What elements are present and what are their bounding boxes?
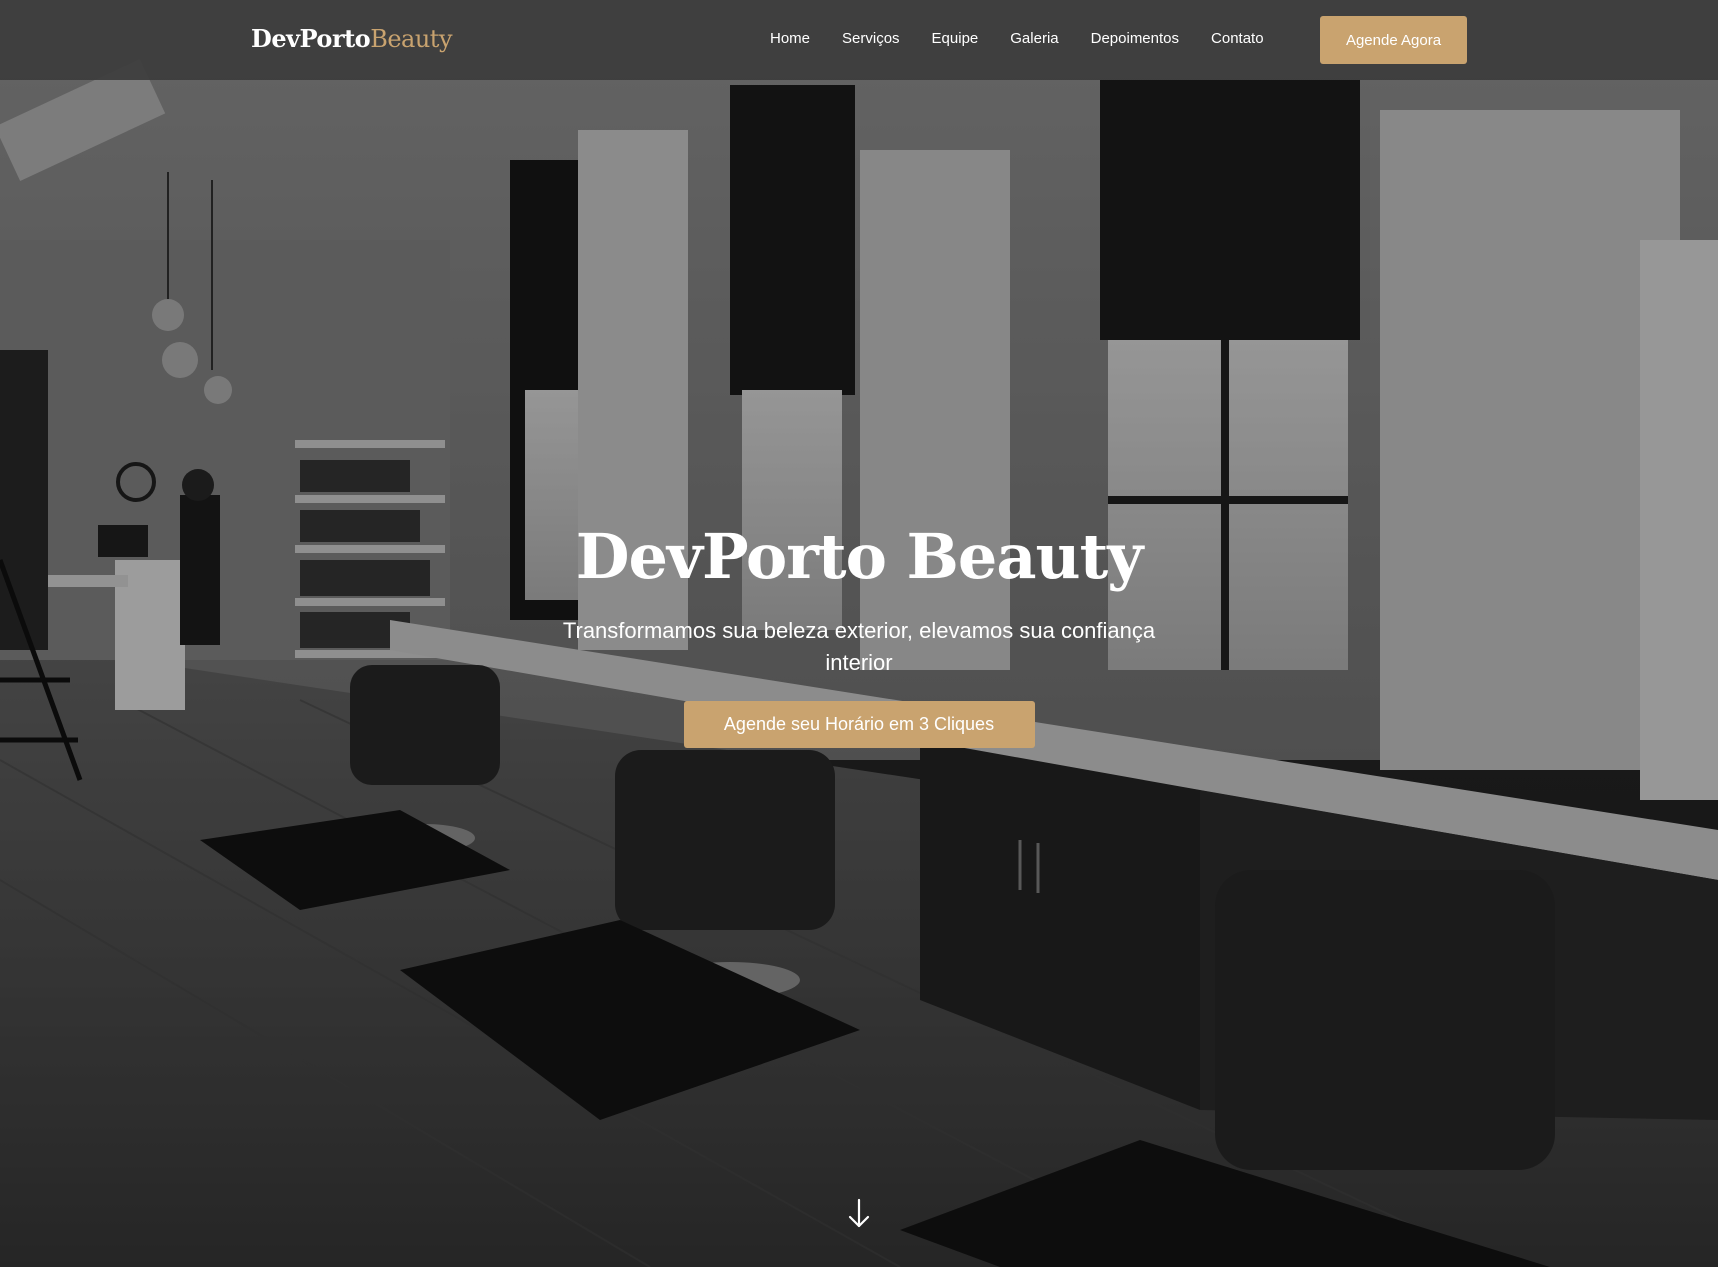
- nav-item-equipe[interactable]: Equipe: [932, 30, 979, 47]
- nav-item-galeria[interactable]: Galeria: [1010, 30, 1058, 47]
- book-now-button[interactable]: Agende Agora: [1320, 16, 1467, 64]
- brand-logo[interactable]: DevPortoBeauty: [251, 24, 452, 53]
- hero-content: DevPorto Beauty Transformamos sua beleza…: [0, 520, 1718, 748]
- hero-title: DevPorto Beauty: [575, 520, 1144, 593]
- hero-section: DevPortoBeauty Home Serviços Equipe Gale…: [0, 0, 1718, 1267]
- arrow-down-icon[interactable]: [847, 1198, 871, 1230]
- brand-name-accent: Beauty: [370, 25, 452, 53]
- hero-subtitle: Transformamos sua beleza exterior, eleva…: [562, 618, 1156, 675]
- brand-name-main: DevPorto: [251, 24, 371, 53]
- nav-item-depoimentos[interactable]: Depoimentos: [1091, 30, 1179, 47]
- top-navbar: DevPortoBeauty Home Serviços Equipe Gale…: [0, 0, 1718, 80]
- hero-booking-button[interactable]: Agende seu Horário em 3 Cliques: [683, 701, 1035, 748]
- nav-item-contato[interactable]: Contato: [1211, 30, 1264, 47]
- nav-item-home[interactable]: Home: [770, 30, 810, 47]
- nav-item-servicos[interactable]: Serviços: [842, 30, 900, 47]
- main-nav: Home Serviços Equipe Galeria Depoimentos…: [770, 30, 1296, 47]
